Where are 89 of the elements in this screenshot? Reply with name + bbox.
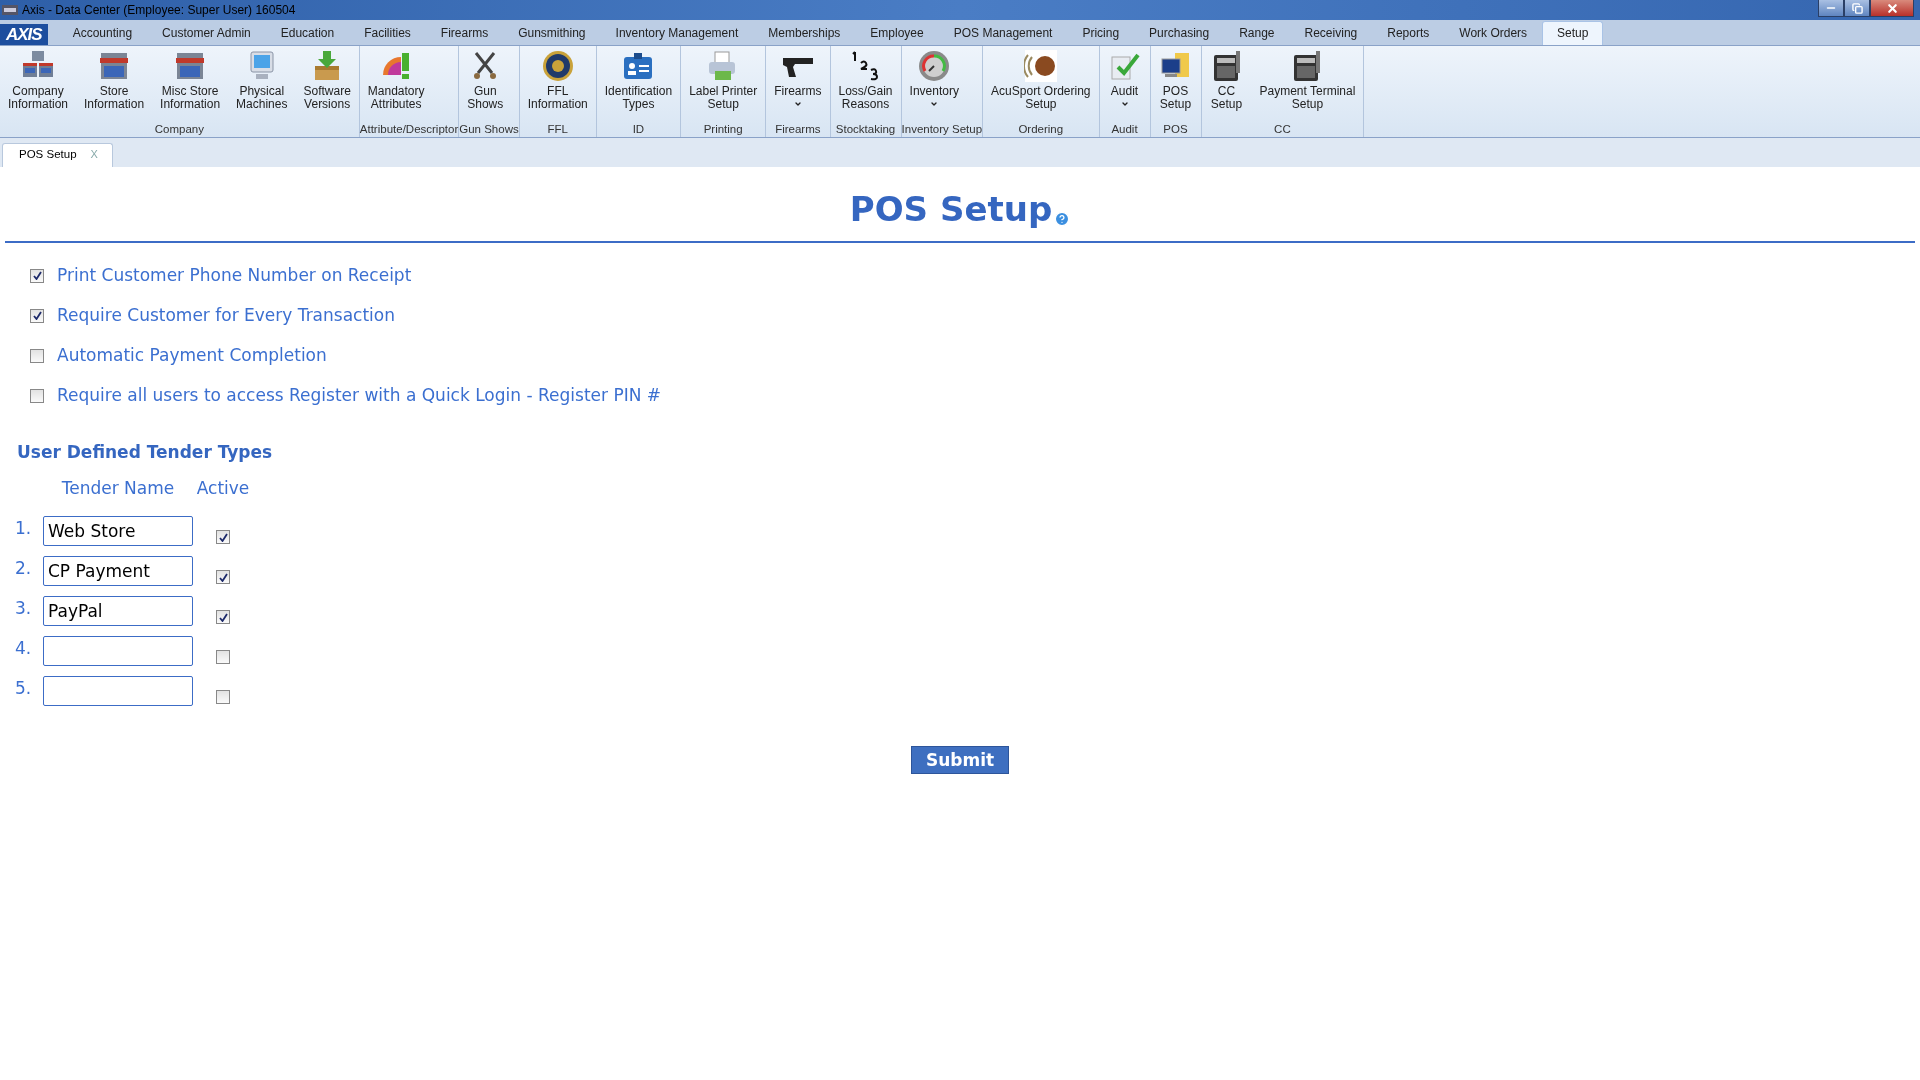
active-checkbox[interactable] <box>216 570 230 584</box>
ribbon-button[interactable]: CC Setup <box>1201 46 1252 123</box>
ribbon-group-label: ID <box>631 123 646 137</box>
submit-button[interactable]: Submit <box>910 746 1010 774</box>
menu-tab[interactable]: POS Management <box>938 21 1068 45</box>
tender-name-field[interactable]: CP Payment <box>43 556 193 586</box>
option-label: Automatic Payment Completion <box>57 345 327 366</box>
menu-tab[interactable]: Purchasing <box>1134 21 1225 45</box>
ribbon-group-label: Company <box>153 123 205 137</box>
ribbon-group-label: Inventory Setup <box>901 123 983 137</box>
tender-name-field[interactable] <box>43 676 193 706</box>
menu-tab[interactable]: Pricing <box>1067 21 1135 45</box>
menu-tab[interactable]: Customer Admin <box>147 21 266 45</box>
menu-tab[interactable]: Accounting <box>57 21 148 45</box>
ribbon-button[interactable]: Software Versions <box>295 46 359 123</box>
menu-tab[interactable]: Receiving <box>1289 21 1373 45</box>
tender-name-field[interactable] <box>43 636 193 666</box>
ribbon-button[interactable]: POS Setup <box>1150 46 1201 123</box>
seal-icon <box>540 49 575 83</box>
close-button[interactable] <box>1870 0 1914 17</box>
menu-tab[interactable]: Range <box>1224 21 1290 45</box>
option-label: Require Customer for Every Transaction <box>57 305 395 326</box>
ribbon-group-label: Printing <box>702 123 744 137</box>
minimize-button[interactable] <box>1818 0 1844 17</box>
row-number: 4. <box>15 637 33 658</box>
app-icon <box>2 5 18 15</box>
menu-tab[interactable]: Education <box>265 21 350 45</box>
active-checkbox[interactable] <box>216 650 230 664</box>
gauge-icon <box>917 49 952 83</box>
active-checkbox[interactable] <box>216 610 230 624</box>
menu-tab[interactable]: Gunsmithing <box>503 21 601 45</box>
app-logo[interactable]: AXIS <box>0 24 48 45</box>
ribbon-button[interactable]: Inventory <box>901 46 967 123</box>
ribbon-button[interactable]: FFL Information <box>519 46 596 123</box>
ribbon-button[interactable]: Payment Terminal Setup <box>1251 46 1364 123</box>
option-label: Require all users to access Register with a Quick Login - Register PIN # <box>57 385 662 406</box>
section-heading: User Defined Tender Types <box>17 442 274 462</box>
ribbon-button[interactable]: Audit <box>1099 46 1150 123</box>
close-icon <box>1885 1 1899 15</box>
active-checkbox[interactable] <box>216 530 230 544</box>
ribbon-button[interactable]: Label Printer Setup <box>681 46 766 123</box>
row-number: 2. <box>15 557 33 578</box>
tender-name-field[interactable]: PayPal <box>43 596 193 626</box>
menu-tab[interactable]: Employee <box>855 21 939 45</box>
menu-tab[interactable]: Facilities <box>349 21 426 45</box>
ribbon-group-label: Attribute/Descriptor <box>359 123 459 137</box>
checkbox[interactable] <box>30 308 44 323</box>
ribbon-group-label: Gun Shows <box>459 123 519 137</box>
column-header: Tender Name <box>60 478 176 500</box>
acusport-logo-icon <box>1023 49 1058 83</box>
menu-tab[interactable]: Memberships <box>753 21 856 45</box>
menu-tab[interactable]: Inventory Management <box>600 21 754 45</box>
window-title: Axis - Data Center (Employee: Super User) 160504 <box>22 3 296 17</box>
ribbon-button[interactable]: Identification Types <box>596 46 681 123</box>
ribbon-group-label: Stocktaking <box>834 123 897 137</box>
menu-tab[interactable]: Firearms <box>425 21 504 45</box>
menu-tab[interactable]: Reports <box>1372 21 1445 45</box>
ribbon-button[interactable]: Mandatory Attributes <box>359 46 433 123</box>
ribbon-button[interactable]: Loss/Gain Reasons <box>830 46 901 123</box>
help-icon[interactable] <box>1054 211 1071 227</box>
restore-icon <box>1851 2 1863 14</box>
restore-button[interactable] <box>1844 0 1870 17</box>
page-title: POS Setup <box>849 189 1053 229</box>
ribbon-button[interactable]: AcuSport Ordering Setup <box>983 46 1099 123</box>
ribbon-group-label: Audit <box>1110 123 1139 137</box>
ribbon-button[interactable]: Physical Machines <box>228 46 296 123</box>
option-label: Print Customer Phone Number on Receipt <box>57 265 412 286</box>
row-number: 5. <box>15 677 33 698</box>
ribbon-group-label: Ordering <box>1017 123 1065 137</box>
ribbon-group-label: FFL <box>546 123 569 137</box>
ribbon-group-label: Firearms <box>774 123 822 137</box>
tender-name-field[interactable]: Web Store <box>43 516 193 546</box>
ribbon-button[interactable]: Gun Shows <box>459 46 512 123</box>
menu-tab[interactable]: Setup <box>1542 21 1604 45</box>
ribbon-button[interactable]: Misc Store Information <box>152 46 229 123</box>
checkbox[interactable] <box>30 388 44 403</box>
ribbon-button[interactable]: Firearms <box>766 46 830 123</box>
ribbon-button[interactable]: Store Information <box>76 46 153 123</box>
column-header: Active <box>195 478 251 500</box>
checkbox[interactable] <box>30 348 44 363</box>
checkbox[interactable] <box>30 268 44 283</box>
document-tab[interactable]: POS Setup X <box>2 143 113 167</box>
row-number: 3. <box>15 597 33 618</box>
active-checkbox[interactable] <box>216 690 230 704</box>
row-number: 1. <box>15 517 33 538</box>
ribbon-group-label: CC <box>1273 123 1292 137</box>
ribbon-group-label: POS <box>1162 123 1189 137</box>
ribbon-button[interactable]: Company Information <box>0 46 77 123</box>
menu-tab[interactable]: Work Orders <box>1444 21 1543 45</box>
